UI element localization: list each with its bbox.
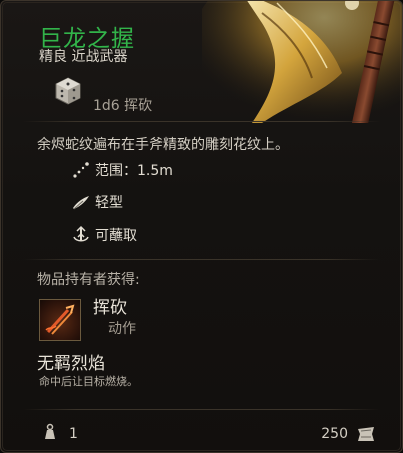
item-tooltip: 巨龙之握 精良 近战武器 1d6 挥砍 余烬蛇纹遍布在手斧精致的雕刻花纹上。 范… <box>0 0 403 453</box>
price-value: 250 <box>321 426 348 442</box>
coin-stack-icon <box>358 427 374 441</box>
divider <box>23 259 380 260</box>
property-light: 轻型 <box>71 192 123 212</box>
property-dippable-label: 可蘸取 <box>95 228 137 244</box>
passive-description: 命中后让目标燃烧。 <box>39 375 138 388</box>
property-dippable: 可蘸取 <box>71 225 137 245</box>
divider <box>23 121 380 122</box>
action-name: 挥砍 <box>93 298 127 318</box>
passive-name: 无羁烈焰 <box>37 354 105 374</box>
damage-dice: 1d6 挥砍 <box>93 98 153 114</box>
range-icon <box>73 162 89 178</box>
property-range-label: 范围：1.5m <box>95 163 173 179</box>
slash-icon <box>45 304 75 335</box>
weight-value: 1 <box>69 426 78 442</box>
feather-icon <box>73 196 89 210</box>
item-rarity-type: 精良 近战武器 <box>39 49 128 65</box>
weight-icon <box>45 423 55 439</box>
property-range: 范围：1.5m <box>71 160 173 180</box>
slash-action-icon[interactable] <box>39 299 81 341</box>
divider <box>23 409 380 410</box>
action-type: 动作 <box>108 321 136 337</box>
property-light-label: 轻型 <box>95 195 123 211</box>
grants-header: 物品持有者获得: <box>37 272 140 288</box>
dip-icon <box>73 225 89 242</box>
item-description: 余烬蛇纹遍布在手斧精致的雕刻花纹上。 <box>37 137 289 153</box>
handaxe-art <box>202 1 402 123</box>
d6-die-icon <box>55 77 81 105</box>
